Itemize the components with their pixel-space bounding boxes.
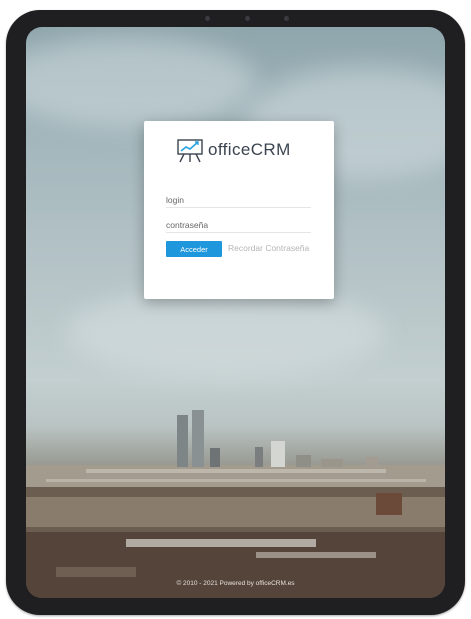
tablet-frame: officeCRM Acceder Recordar Contraseña © …	[6, 10, 465, 615]
sensor-dot	[244, 15, 250, 21]
presentation-board-icon	[177, 139, 203, 163]
app-logo: officeCRM	[176, 137, 291, 163]
password-input[interactable]	[166, 217, 311, 233]
camera-bar	[205, 13, 289, 23]
recordar-contrasena-link[interactable]: Recordar Contraseña	[228, 243, 309, 253]
sensor-dot	[205, 15, 210, 21]
city-skyline-background	[26, 410, 445, 598]
login-card: officeCRM Acceder Recordar Contraseña	[144, 121, 334, 299]
acceder-button[interactable]: Acceder	[166, 241, 222, 257]
camera-dot	[284, 15, 289, 21]
app-name: officeCRM	[208, 140, 291, 159]
login-input[interactable]	[166, 192, 311, 208]
login-screen: officeCRM Acceder Recordar Contraseña © …	[26, 27, 445, 598]
footer-copyright: © 2010 - 2021 Powered by officeCRM.es	[176, 580, 295, 587]
